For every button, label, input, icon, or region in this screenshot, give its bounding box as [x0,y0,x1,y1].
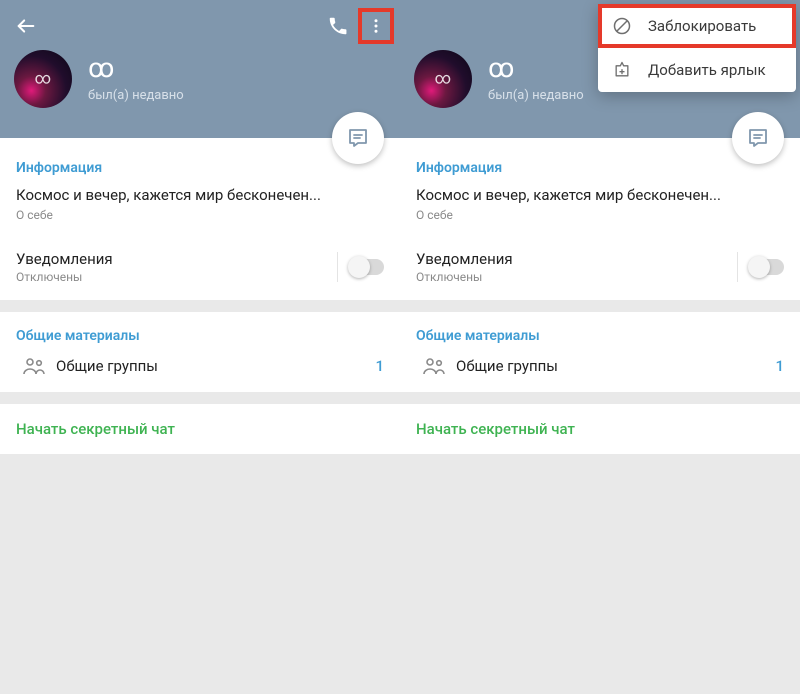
groups-icon [422,356,446,376]
screen-left: ꝏ был(а) недавно Информация Космос и веч… [0,0,400,694]
message-fab[interactable] [332,112,384,164]
secret-chat-link[interactable]: Начать секретный чат [416,420,784,438]
notifications-title: Уведомления [16,250,337,268]
menu-item-add-shortcut[interactable]: Добавить ярлык [598,48,796,92]
info-card: Информация Космос и вечер, кажется мир б… [0,138,400,300]
profile-header: ꝏ был(а) недавно [0,0,400,138]
secret-chat-card[interactable]: Начать секретный чат [400,404,800,454]
message-icon [346,126,370,150]
topbar [0,8,400,44]
shared-groups-row[interactable]: Общие группы 1 [416,356,784,376]
back-button[interactable] [6,6,46,46]
notifications-sub: Отключены [416,270,737,284]
shared-card: Общие материалы Общие группы 1 [400,312,800,392]
bio-sub-label: О себе [416,208,784,222]
notifications-row[interactable]: Уведомления Отключены [16,250,384,284]
phone-icon [327,15,349,37]
message-fab[interactable] [732,112,784,164]
secret-chat-card[interactable]: Начать секретный чат [0,404,400,454]
shared-groups-label: Общие группы [56,357,375,375]
info-card: Информация Космос и вечер, кажется мир б… [400,138,800,300]
secret-chat-link[interactable]: Начать секретный чат [16,420,384,438]
vertical-divider [737,252,738,282]
notifications-sub: Отключены [16,270,337,284]
call-button[interactable] [318,6,358,46]
display-name: ꝏ [88,56,184,82]
menu-item-label: Добавить ярлык [648,61,766,79]
shared-groups-row[interactable]: Общие группы 1 [16,356,384,376]
more-vertical-icon [367,17,385,35]
profile-row: ꝏ был(а) недавно [0,44,400,108]
notifications-row[interactable]: Уведомления Отключены [416,250,784,284]
shared-groups-count: 1 [375,357,384,375]
avatar[interactable] [414,50,472,108]
notifications-toggle[interactable] [750,259,784,275]
screen-right: ꝏ был(а) недавно Заблокировать Добавить … [400,0,800,694]
info-section-label: Информация [416,160,784,176]
bio-text[interactable]: Космос и вечер, кажется мир бесконечен..… [16,186,384,204]
shared-section-label: Общие материалы [16,328,384,344]
options-menu: Заблокировать Добавить ярлык [598,4,796,92]
add-shortcut-icon [612,60,632,80]
notifications-title: Уведомления [416,250,737,268]
shared-groups-label: Общие группы [456,357,775,375]
shared-groups-count: 1 [775,357,784,375]
arrow-left-icon [15,15,37,37]
last-seen: был(а) недавно [488,88,584,103]
shared-card: Общие материалы Общие группы 1 [0,312,400,392]
message-icon [746,126,770,150]
bio-text[interactable]: Космос и вечер, кажется мир бесконечен..… [416,186,784,204]
vertical-divider [337,252,338,282]
display-name: ꝏ [488,56,584,82]
bio-sub-label: О себе [16,208,384,222]
last-seen: был(а) недавно [88,88,184,103]
notifications-toggle[interactable] [350,259,384,275]
menu-item-block[interactable]: Заблокировать [598,4,796,48]
menu-item-label: Заблокировать [648,17,756,35]
info-section-label: Информация [16,160,384,176]
groups-icon [22,356,46,376]
shared-section-label: Общие материалы [416,328,784,344]
avatar[interactable] [14,50,72,108]
block-icon [612,16,632,36]
more-menu-button[interactable] [358,8,394,44]
